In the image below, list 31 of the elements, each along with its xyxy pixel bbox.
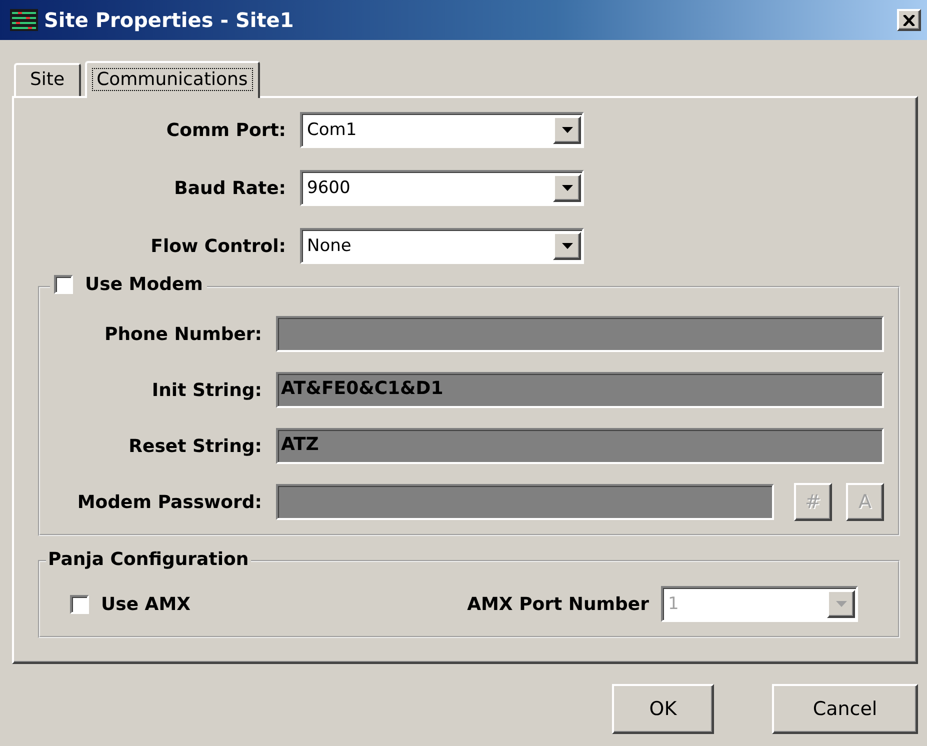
dropdown-arrow-icon: [562, 242, 572, 250]
cancel-button[interactable]: Cancel: [772, 684, 918, 734]
field-label: Comm Port:: [165, 120, 286, 140]
field-label: AMX Port Number: [467, 594, 649, 614]
dropdown-button[interactable]: [553, 174, 581, 202]
field-label: Phone Number:: [104, 324, 262, 344]
app-icon: [10, 9, 38, 31]
checkbox-label: Use Modem: [85, 274, 203, 295]
window-title: Site Properties - Site1: [44, 8, 295, 32]
close-icon: [903, 14, 915, 26]
field-label: Reset String:: [128, 436, 262, 456]
ok-button[interactable]: OK: [612, 684, 714, 734]
checkbox-label: Use AMX: [101, 594, 191, 614]
tab[interactable]: Site: [14, 63, 81, 96]
dropdown-arrow-icon: [562, 184, 572, 192]
field-label: Init String:: [150, 380, 262, 400]
field-label: Flow Control:: [150, 236, 286, 256]
dropdown-arrow-icon: [562, 126, 572, 134]
checkbox[interactable]: [54, 275, 73, 294]
tab[interactable]: Communications: [84, 61, 260, 98]
dropdown-button[interactable]: [553, 232, 581, 260]
dropdown[interactable]: 9600: [300, 170, 584, 206]
dropdown[interactable]: None: [300, 228, 584, 264]
checkbox[interactable]: [70, 594, 89, 614]
field-label: Modem Password:: [76, 492, 262, 512]
dropdown-button[interactable]: [553, 116, 581, 144]
close-button[interactable]: [897, 9, 921, 31]
field-label: Baud Rate:: [173, 178, 286, 198]
dropdown[interactable]: Com1: [300, 112, 584, 148]
group-title: Panja Configuration: [46, 549, 251, 570]
dropdown-arrow-icon: [836, 600, 846, 608]
